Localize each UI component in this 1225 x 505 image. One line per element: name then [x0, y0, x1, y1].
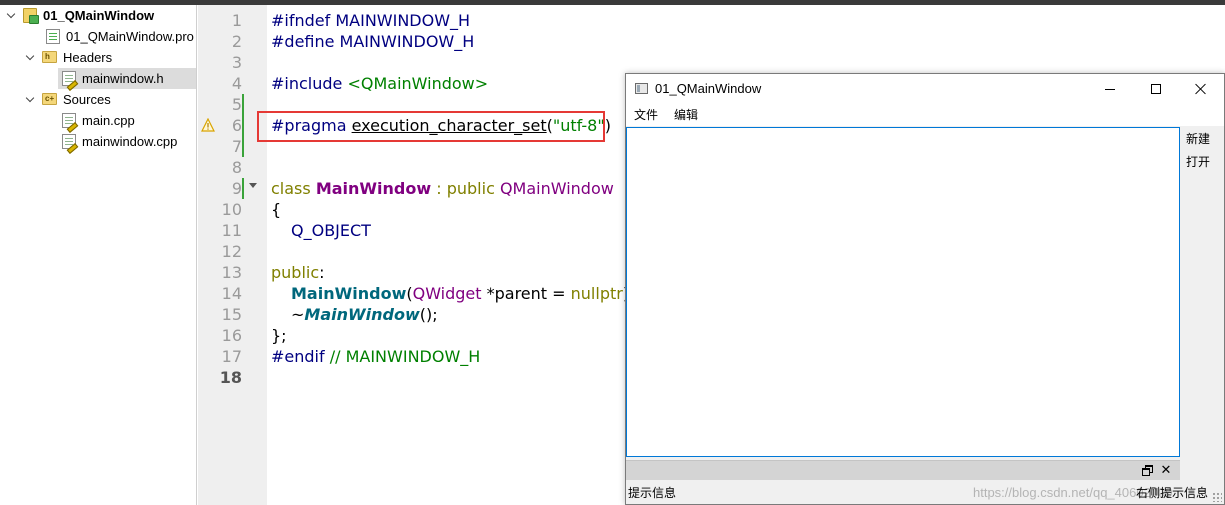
central-text-edit[interactable]: [626, 127, 1180, 457]
app-window[interactable]: 01_QMainWindow 文件 编辑 新建 打开 ✕ 提示信息 https:…: [625, 73, 1225, 505]
line-number: 1: [231, 11, 242, 30]
change-marker: [242, 178, 244, 199]
line-number: 9: [231, 179, 242, 198]
code-line: Q_OBJECT: [291, 221, 371, 240]
menu-edit[interactable]: 编辑: [666, 104, 706, 126]
code-line: public:: [271, 263, 325, 282]
line-number: 14: [221, 284, 242, 303]
code-line: #ifndef MAINWINDOW_H: [271, 11, 471, 30]
line-number: 2: [231, 32, 242, 51]
tree-item-mainwindow-h[interactable]: mainwindow.h: [58, 68, 196, 89]
line-number: 5: [231, 95, 242, 114]
project-name: 01_QMainWindow: [43, 8, 155, 23]
status-left-message: 提示信息: [628, 486, 677, 500]
project-tree: 01_QMainWindow 01_QMainWindow.pro h Heade…: [0, 5, 197, 505]
warning-icon[interactable]: [201, 118, 215, 132]
folder-icon: c+: [42, 93, 57, 105]
code-line: {: [271, 200, 282, 219]
line-number: 7: [231, 137, 242, 156]
tree-project-root[interactable]: 01_QMainWindow: [7, 5, 154, 26]
line-number: 4: [231, 74, 242, 93]
pro-file-label: 01_QMainWindow.pro: [66, 29, 194, 44]
maximize-button[interactable]: [1133, 74, 1179, 104]
source-file-label: mainwindow.cpp: [82, 134, 178, 149]
change-marker: [242, 94, 244, 157]
status-right-message: 右侧提示信息: [1135, 486, 1208, 500]
current-line-number: 18: [219, 368, 242, 387]
chevron-down-icon[interactable]: [26, 52, 36, 62]
tree-item-main-cpp[interactable]: main.cpp: [62, 110, 135, 131]
code-line: #endif // MAINWINDOW_H: [271, 347, 481, 366]
line-number: 15: [221, 305, 242, 324]
line-number: 3: [231, 53, 242, 72]
close-icon: [1195, 83, 1207, 95]
file-icon: [46, 29, 60, 44]
close-button[interactable]: [1178, 74, 1224, 104]
dock-close-icon[interactable]: ✕: [1160, 463, 1172, 477]
minimize-button[interactable]: [1087, 74, 1133, 104]
fold-arrow-icon[interactable]: [249, 183, 257, 188]
tree-folder-headers[interactable]: h Headers: [26, 47, 112, 68]
code-line: ~MainWindow();: [291, 305, 438, 324]
headers-label: Headers: [63, 50, 113, 65]
chevron-down-icon[interactable]: [7, 10, 17, 20]
code-line: #include <QMainWindow>: [271, 74, 489, 93]
pragma-highlight-box: [257, 111, 605, 142]
toolbar-open-button[interactable]: 打开: [1186, 151, 1210, 173]
tree-item-mainwindow-cpp[interactable]: mainwindow.cpp: [62, 131, 177, 152]
tree-folder-sources[interactable]: c+ Sources: [26, 89, 111, 110]
file-icon: [62, 134, 76, 149]
chevron-down-icon[interactable]: [26, 94, 36, 104]
code-line: };: [271, 326, 287, 345]
line-number: 16: [221, 326, 242, 345]
line-number: 10: [221, 200, 242, 219]
title-bar[interactable]: 01_QMainWindow: [626, 74, 1224, 104]
app-icon: [635, 83, 648, 94]
dock-widget-titlebar[interactable]: ✕: [626, 460, 1180, 480]
dock-float-icon[interactable]: [1142, 464, 1153, 476]
line-number: 13: [221, 263, 242, 282]
tree-item-pro-file[interactable]: 01_QMainWindow.pro: [46, 26, 194, 47]
source-file-label: main.cpp: [82, 113, 135, 128]
menu-bar: 文件 编辑: [626, 104, 1224, 126]
code-line: MainWindow(QWidget *parent = nullptr);: [291, 284, 634, 303]
right-toolbar: 新建 打开: [1180, 127, 1224, 457]
toolbar-new-button[interactable]: 新建: [1186, 128, 1210, 150]
maximize-icon: [1151, 84, 1161, 94]
window-title: 01_QMainWindow: [655, 81, 762, 96]
folder-icon: h: [42, 51, 57, 63]
menu-file[interactable]: 文件: [626, 104, 666, 126]
project-icon: [23, 8, 39, 24]
minimize-icon: [1105, 89, 1115, 90]
line-number: 12: [221, 242, 242, 261]
size-grip-icon[interactable]: [1212, 492, 1222, 502]
file-icon: [62, 113, 76, 128]
code-line: class MainWindow : public QMainWindow: [271, 179, 614, 198]
line-number: 17: [221, 347, 242, 366]
code-line: #define MAINWINDOW_H: [271, 32, 475, 51]
status-bar: 提示信息 https://blog.csdn.net/qq_40602000 右…: [626, 482, 1224, 504]
file-icon: [62, 71, 76, 86]
line-number: 11: [221, 221, 242, 240]
line-number: 8: [231, 158, 242, 177]
sources-label: Sources: [63, 92, 111, 107]
header-file-label: mainwindow.h: [82, 71, 164, 86]
